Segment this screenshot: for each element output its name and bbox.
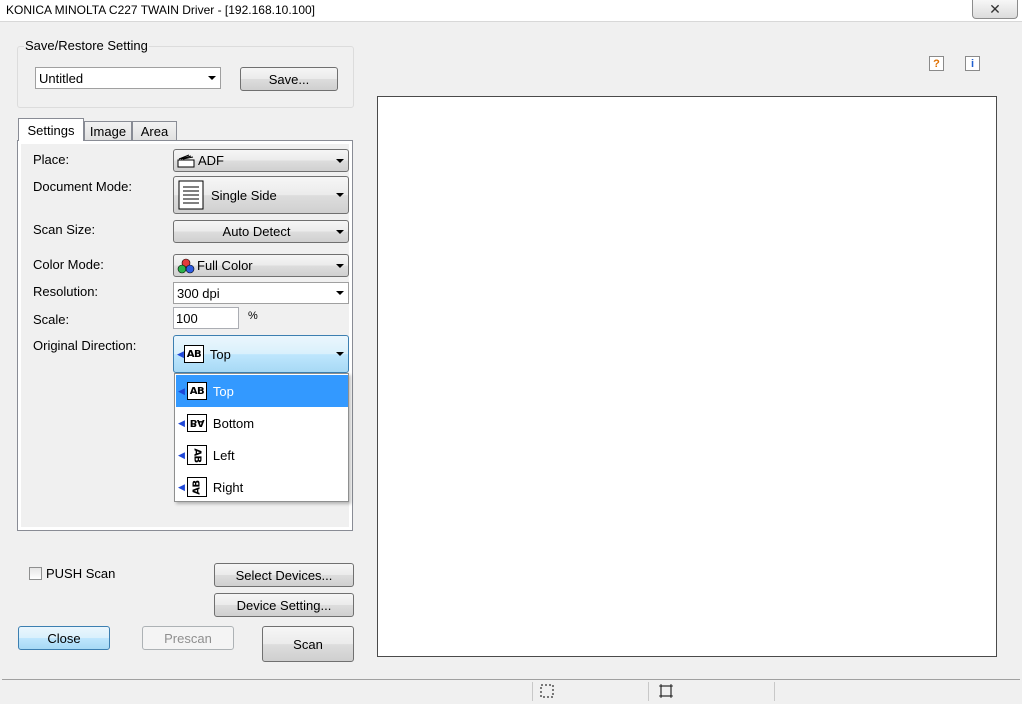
scale-unit: % — [248, 310, 258, 322]
rgb-circles-icon — [177, 258, 195, 274]
resolution-value: 300 dpi — [177, 285, 220, 301]
color-mode-select[interactable]: Full Color — [173, 254, 349, 277]
original-direction-dropdown: ◀ AB Top ◀ BA Bottom ◀ AB Left ◀ AB Righ… — [174, 373, 349, 502]
chevron-down-icon — [336, 291, 344, 295]
status-divider — [532, 682, 533, 701]
close-icon: ✕ — [989, 0, 1001, 17]
direction-option-left[interactable]: ◀ AB Left — [176, 439, 348, 471]
direction-option-label: Right — [212, 479, 244, 495]
close-button[interactable]: Close — [18, 626, 110, 650]
arrow-left-icon: ◀ — [178, 449, 185, 460]
document-mode-select[interactable]: Single Side — [173, 176, 349, 214]
selection-frame-icon[interactable] — [539, 683, 555, 702]
question-mark-icon: ? — [933, 57, 940, 70]
direction-option-right[interactable]: ◀ AB Right — [176, 471, 348, 503]
chevron-down-icon — [208, 76, 216, 80]
select-devices-button[interactable]: Select Devices... — [214, 563, 354, 587]
place-label: Place: — [33, 152, 70, 167]
tab-area[interactable]: Area — [132, 121, 177, 141]
chevron-down-icon — [336, 193, 344, 197]
scan-button[interactable]: Scan — [262, 626, 354, 662]
help-icon[interactable]: ? — [929, 56, 944, 71]
adf-icon — [177, 154, 195, 168]
scan-size-value: Auto Detect — [222, 224, 291, 239]
direction-right-icon: AB — [186, 477, 207, 497]
save-button[interactable]: Save... — [240, 67, 338, 91]
save-restore-value: Untitled — [39, 70, 84, 86]
preview-area[interactable] — [377, 96, 997, 657]
direction-top-icon: AB — [183, 345, 204, 363]
chevron-down-icon — [336, 158, 344, 163]
status-divider — [648, 682, 649, 701]
direction-option-bottom[interactable]: ◀ BA Bottom — [176, 407, 348, 439]
arrow-left-icon: ◀ — [178, 481, 185, 492]
direction-right-icon-text: AB — [191, 479, 203, 495]
direction-left-icon-text: AB — [191, 447, 203, 463]
scale-label: Scale: — [33, 312, 70, 327]
window-title: KONICA MINOLTA C227 TWAIN Driver - [192.… — [6, 3, 316, 17]
original-direction-select[interactable]: ◀ AB Top — [173, 335, 349, 373]
arrow-left-icon: ◀ — [178, 417, 185, 428]
direction-option-label: Left — [212, 447, 235, 463]
color-mode-label: Color Mode: — [33, 257, 104, 272]
prescan-button[interactable]: Prescan — [142, 626, 234, 650]
direction-option-label: Top — [212, 383, 234, 399]
original-direction-value: Top — [209, 346, 231, 362]
arrow-left-icon: ◀ — [178, 385, 185, 396]
scan-size-select[interactable]: Auto Detect — [173, 220, 349, 243]
save-restore-label: Save/Restore Setting — [24, 38, 149, 53]
document-mode-label: Document Mode: — [33, 179, 132, 194]
original-direction-label: Original Direction: — [33, 338, 137, 353]
direction-option-top[interactable]: ◀ AB Top — [176, 375, 348, 407]
close-window-button[interactable]: ✕ — [972, 0, 1018, 19]
push-scan-checkbox[interactable] — [29, 567, 42, 580]
direction-left-icon: AB — [186, 445, 207, 465]
info-letter-icon: i — [970, 57, 975, 70]
scan-size-label: Scan Size: — [33, 222, 96, 237]
crop-frame-icon[interactable] — [658, 683, 674, 702]
direction-bottom-icon: BA — [186, 414, 207, 432]
document-mode-value: Single Side — [211, 187, 277, 203]
chevron-down-icon — [336, 352, 344, 356]
direction-option-label: Bottom — [212, 415, 255, 431]
tab-settings[interactable]: Settings — [18, 118, 84, 141]
direction-top-icon: AB — [186, 382, 207, 400]
resolution-label: Resolution: — [33, 284, 99, 299]
tab-image[interactable]: Image — [84, 121, 132, 141]
chevron-down-icon — [336, 263, 344, 268]
single-side-icon — [177, 180, 205, 210]
save-restore-select[interactable]: Untitled — [35, 67, 221, 89]
chevron-down-icon — [336, 229, 344, 234]
arrow-left-icon: ◀ — [177, 348, 184, 359]
status-divider — [774, 682, 775, 701]
title-bar: KONICA MINOLTA C227 TWAIN Driver - [192.… — [0, 0, 1022, 22]
color-mode-value: Full Color — [197, 258, 253, 273]
scale-input[interactable] — [173, 307, 239, 329]
resolution-select[interactable]: 300 dpi — [173, 282, 349, 304]
status-bar — [2, 679, 1020, 702]
device-setting-button[interactable]: Device Setting... — [214, 593, 354, 617]
push-scan-label: PUSH Scan — [46, 566, 116, 581]
place-value: ADF — [198, 153, 224, 168]
place-select[interactable]: ADF — [173, 149, 349, 172]
info-icon[interactable]: i — [965, 56, 980, 71]
